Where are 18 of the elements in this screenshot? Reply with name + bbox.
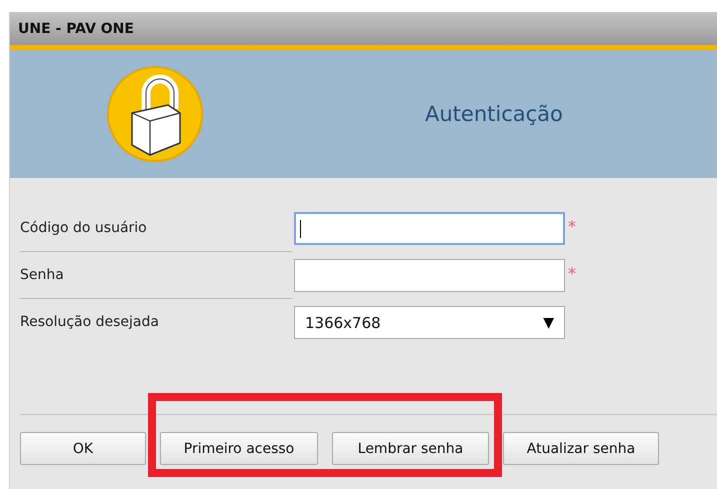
field-label: Resolução desejada — [20, 313, 160, 332]
input-field[interactable] — [294, 212, 565, 245]
required-mark: * — [568, 217, 576, 236]
dropdown-value: 1366x768 — [305, 314, 381, 332]
resolution-dropdown[interactable]: 1366x768 ▼ — [294, 306, 565, 339]
field-label: Senha — [20, 252, 292, 299]
form-button[interactable]: Atualizar senha — [503, 432, 659, 465]
header-title: Autenticação — [425, 102, 563, 126]
padlock-icon — [106, 65, 204, 163]
form-button[interactable]: Lembrar senha — [332, 432, 489, 465]
text-cursor — [300, 220, 301, 238]
form-button[interactable]: Primeiro acesso — [160, 432, 318, 465]
field-label: Código do usuário — [20, 205, 292, 252]
input-field[interactable] — [294, 259, 565, 292]
required-mark: * — [568, 264, 576, 283]
dropdown-caret: ▼ — [543, 314, 554, 330]
form-button[interactable]: OK — [20, 432, 146, 465]
window-title: UNE - PAV ONE — [18, 20, 134, 36]
